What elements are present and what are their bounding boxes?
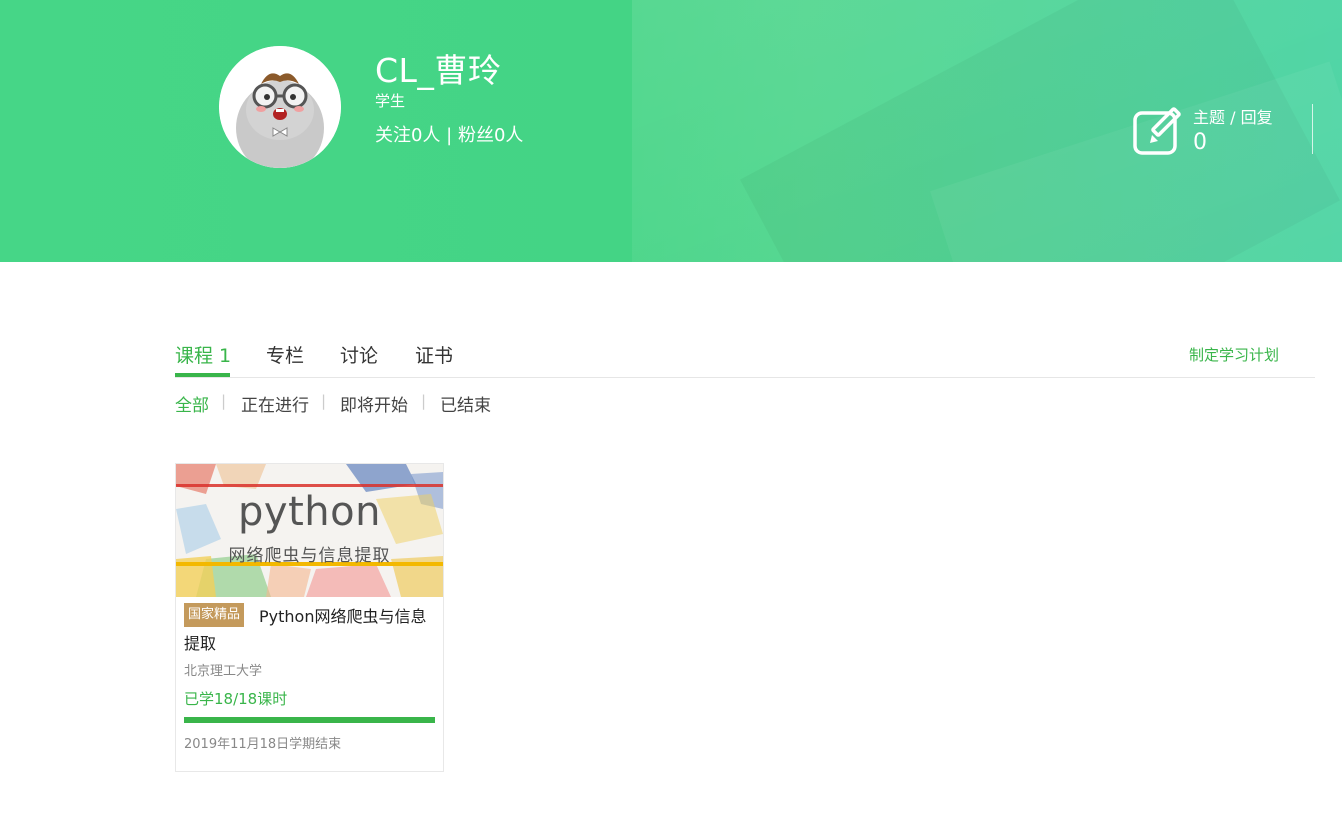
avatar-illustration: [219, 46, 341, 168]
course-progress-bar: [184, 717, 435, 723]
profile-name: CL_曹玲: [375, 51, 502, 90]
active-tab-indicator: [175, 373, 230, 377]
avatar[interactable]: [219, 46, 341, 168]
course-progress-fill: [184, 717, 435, 723]
profile-banner: CL_曹玲 学生 关注0人 | 粉丝0人 主题 / 回复 0: [0, 0, 1342, 262]
course-school: 北京理工大学: [184, 664, 263, 679]
edit-icon: [1133, 107, 1181, 155]
tab-courses[interactable]: 课程 1: [175, 341, 231, 368]
national-quality-badge: 国家精品: [184, 603, 245, 627]
topic-reply-stat[interactable]: 主题 / 回复 0: [1132, 104, 1322, 160]
tab-discussions[interactable]: 讨论: [340, 341, 378, 368]
topic-reply-label: 主题 / 回复: [1193, 108, 1273, 127]
cover-title: python: [238, 489, 381, 535]
filter-separator: |: [321, 392, 327, 410]
course-card[interactable]: python 网络爬虫与信息提取 国家精品 Python网络爬虫与信息 提取 北…: [175, 463, 444, 772]
profile-tabs: 课程 1 专栏 讨论 证书 制定学习计划: [175, 338, 1315, 378]
filter-upcoming[interactable]: 即将开始: [340, 391, 408, 416]
course-end-date: 2019年11月18日学期结束: [184, 737, 342, 752]
profile-role: 学生: [375, 92, 406, 110]
filter-all[interactable]: 全部: [175, 391, 209, 416]
follow-stats[interactable]: 关注0人 | 粉丝0人: [375, 121, 523, 147]
course-progress-text: 已学18/18课时: [184, 690, 288, 708]
tab-certificates[interactable]: 证书: [415, 341, 453, 368]
filter-ongoing[interactable]: 正在进行: [241, 391, 309, 416]
filter-separator: |: [221, 392, 227, 410]
course-title[interactable]: Python网络爬虫与信息: [259, 603, 426, 627]
filter-separator: |: [421, 392, 427, 410]
tab-columns[interactable]: 专栏: [266, 341, 304, 368]
filter-ended[interactable]: 已结束: [440, 391, 491, 416]
course-title-continued[interactable]: 提取: [184, 630, 216, 654]
cover-subtitle: 网络爬虫与信息提取: [228, 546, 391, 566]
topic-reply-count: 0: [1193, 130, 1207, 155]
stat-divider: [1312, 104, 1313, 154]
make-study-plan-link[interactable]: 制定学习计划: [1189, 344, 1279, 365]
course-cover-image[interactable]: python 网络爬虫与信息提取: [176, 464, 443, 597]
